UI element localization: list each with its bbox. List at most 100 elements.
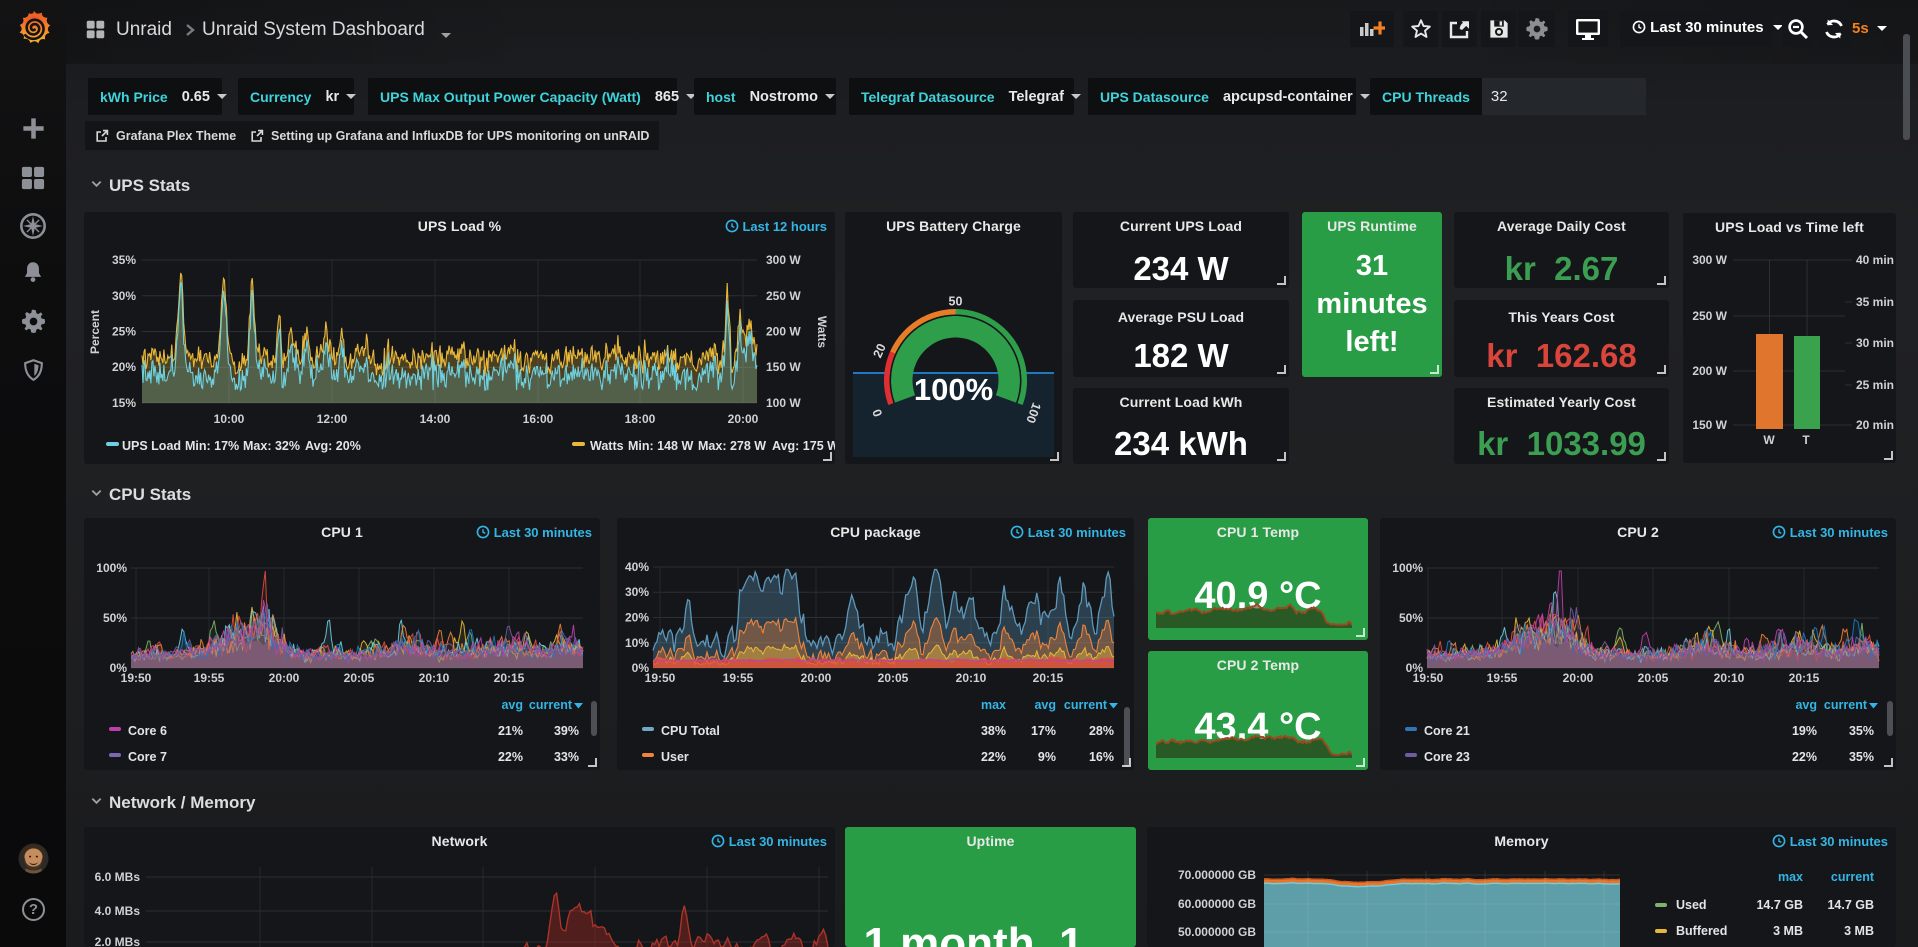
svg-text:Min: 17%: Min: 17% — [185, 439, 239, 453]
svg-text:3 MB: 3 MB — [1844, 924, 1874, 938]
svg-text:Max: 278 W: Max: 278 W — [698, 439, 766, 453]
svg-text:Core 7: Core 7 — [128, 750, 167, 764]
svg-text:Avg: 20%: Avg: 20% — [305, 439, 361, 453]
svg-text:20:10: 20:10 — [956, 671, 987, 685]
svg-text:User: User — [661, 750, 689, 764]
svg-text:20:15: 20:15 — [1033, 671, 1064, 685]
svg-text:20:15: 20:15 — [1789, 671, 1820, 685]
svg-text:22%: 22% — [1792, 750, 1817, 764]
svg-text:200 W: 200 W — [766, 325, 801, 339]
svg-text:30%: 30% — [625, 585, 649, 599]
svg-text:22%: 22% — [498, 750, 523, 764]
svg-text:20:00: 20:00 — [728, 412, 759, 426]
svg-text:50: 50 — [949, 295, 963, 309]
svg-text:19:55: 19:55 — [194, 671, 225, 685]
svg-text:25%: 25% — [112, 325, 136, 339]
svg-text:19:50: 19:50 — [121, 671, 152, 685]
svg-text:CPU Total: CPU Total — [661, 724, 720, 738]
svg-text:40%: 40% — [625, 560, 649, 574]
svg-text:20:10: 20:10 — [419, 671, 450, 685]
svg-text:21%: 21% — [498, 724, 523, 738]
svg-text:300 W: 300 W — [766, 253, 801, 267]
svg-text:UPS Load: UPS Load — [122, 439, 181, 453]
svg-text:20:05: 20:05 — [878, 671, 909, 685]
svg-text:15%: 15% — [112, 396, 136, 410]
svg-text:200 W: 200 W — [1692, 364, 1727, 378]
svg-text:Core 21: Core 21 — [1424, 724, 1470, 738]
svg-text:30%: 30% — [112, 289, 136, 303]
svg-text:20:10: 20:10 — [1714, 671, 1745, 685]
svg-text:33%: 33% — [554, 750, 579, 764]
svg-text:38%: 38% — [981, 724, 1006, 738]
svg-text:avg: avg — [1795, 698, 1817, 712]
svg-text:Buffered: Buffered — [1676, 924, 1727, 938]
svg-text:Core 23: Core 23 — [1424, 750, 1470, 764]
svg-text:20:05: 20:05 — [344, 671, 375, 685]
svg-text:20%: 20% — [625, 611, 649, 625]
svg-text:20:00: 20:00 — [269, 671, 300, 685]
svg-text:19:50: 19:50 — [645, 671, 676, 685]
svg-text:2.0 MBs: 2.0 MBs — [95, 935, 141, 947]
svg-text:100 W: 100 W — [766, 396, 801, 410]
svg-text:20:05: 20:05 — [1638, 671, 1669, 685]
svg-text:100%: 100% — [1392, 561, 1423, 575]
svg-text:19%: 19% — [1792, 724, 1817, 738]
svg-text:avg: avg — [501, 698, 523, 712]
svg-text:50%: 50% — [103, 611, 127, 625]
svg-text:14:00: 14:00 — [420, 412, 451, 426]
svg-text:avg: avg — [1034, 698, 1056, 712]
svg-text:4.0 MBs: 4.0 MBs — [95, 904, 141, 918]
svg-text:10%: 10% — [625, 636, 649, 650]
svg-text:current: current — [1824, 698, 1868, 712]
svg-text:9%: 9% — [1038, 750, 1056, 764]
svg-text:30 min: 30 min — [1856, 336, 1894, 350]
svg-text:12:00: 12:00 — [317, 412, 348, 426]
svg-text:20: 20 — [870, 342, 888, 360]
svg-text:20 min: 20 min — [1856, 418, 1894, 432]
svg-text:18:00: 18:00 — [625, 412, 656, 426]
svg-text:16:00: 16:00 — [523, 412, 554, 426]
svg-text:14.7 GB: 14.7 GB — [1827, 898, 1874, 912]
svg-text:16%: 16% — [1089, 750, 1114, 764]
svg-text:300 W: 300 W — [1692, 253, 1727, 267]
svg-text:19:55: 19:55 — [723, 671, 754, 685]
svg-text:W: W — [1763, 433, 1775, 447]
svg-text:35%: 35% — [1849, 724, 1874, 738]
svg-text:70.000000 GB: 70.000000 GB — [1178, 868, 1256, 882]
svg-text:Min: 148 W: Min: 148 W — [628, 439, 693, 453]
svg-text:Percent: Percent — [88, 310, 102, 354]
svg-text:current: current — [1064, 698, 1108, 712]
svg-text:6.0 MBs: 6.0 MBs — [95, 870, 141, 884]
svg-text:50.000000 GB: 50.000000 GB — [1178, 925, 1256, 939]
svg-text:39%: 39% — [554, 724, 579, 738]
svg-text:max: max — [1778, 870, 1803, 884]
svg-text:14.7 GB: 14.7 GB — [1756, 898, 1803, 912]
svg-text:Watts: Watts — [815, 316, 829, 349]
svg-text:28%: 28% — [1089, 724, 1114, 738]
svg-text:current: current — [529, 698, 573, 712]
svg-text:Max: 32%: Max: 32% — [243, 439, 300, 453]
svg-text:T: T — [1802, 433, 1810, 447]
svg-text:20:15: 20:15 — [494, 671, 525, 685]
svg-text:current: current — [1831, 870, 1875, 884]
svg-text:250 W: 250 W — [1692, 309, 1727, 323]
svg-text:35%: 35% — [1849, 750, 1874, 764]
svg-text:60.000000 GB: 60.000000 GB — [1178, 897, 1256, 911]
svg-text:19:55: 19:55 — [1487, 671, 1518, 685]
svg-text:3 MB: 3 MB — [1773, 924, 1803, 938]
svg-text:10:00: 10:00 — [214, 412, 245, 426]
svg-text:22%: 22% — [981, 750, 1006, 764]
svg-text:17%: 17% — [1031, 724, 1056, 738]
svg-text:40 min: 40 min — [1856, 253, 1894, 267]
svg-text:150 W: 150 W — [1692, 418, 1727, 432]
svg-text:max: max — [981, 698, 1006, 712]
svg-text:100%: 100% — [96, 561, 127, 575]
svg-text:20:00: 20:00 — [801, 671, 832, 685]
svg-text:Watts: Watts — [590, 439, 624, 453]
svg-text:Used: Used — [1676, 898, 1707, 912]
svg-text:50%: 50% — [1399, 611, 1423, 625]
svg-text:35%: 35% — [112, 253, 136, 267]
svg-text:25 min: 25 min — [1856, 378, 1894, 392]
svg-text:20%: 20% — [112, 360, 136, 374]
svg-text:Avg: 175 W: Avg: 175 W — [772, 439, 835, 453]
